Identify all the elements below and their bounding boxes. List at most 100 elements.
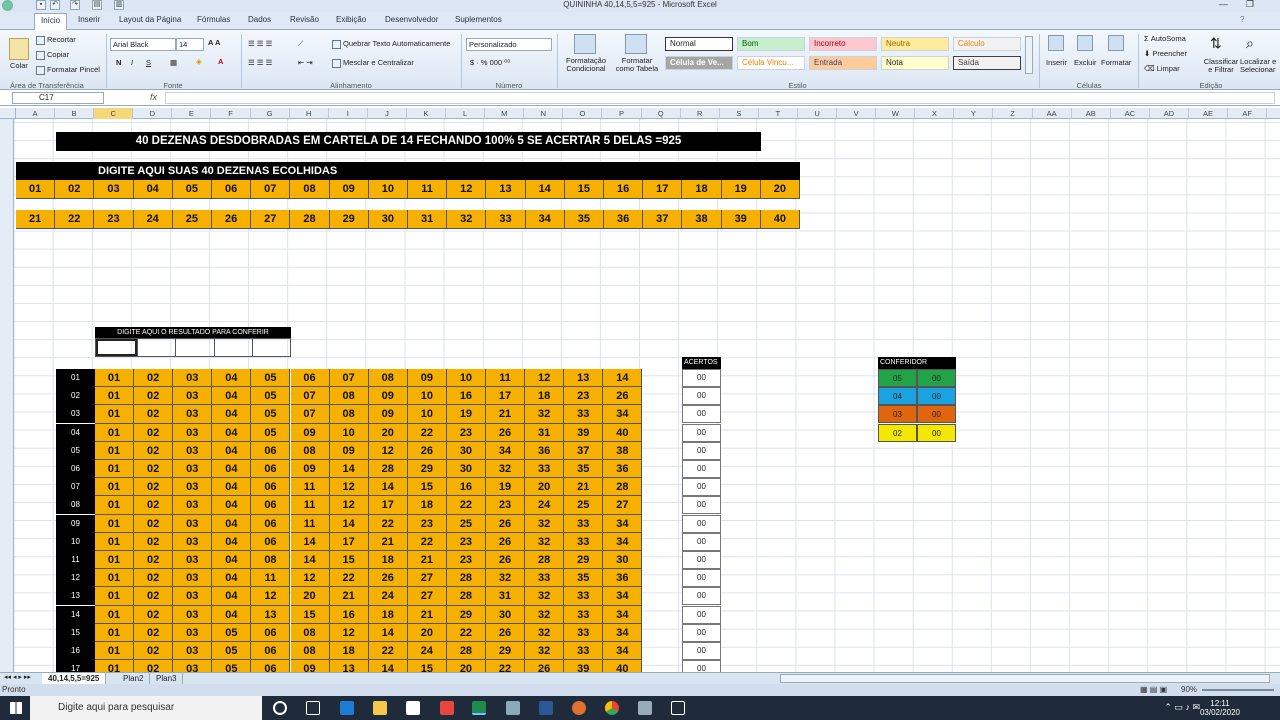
- format-cells-button[interactable]: Formatar: [1101, 58, 1131, 67]
- style-bom[interactable]: Bom: [737, 37, 805, 51]
- select-all-corner[interactable]: [0, 108, 16, 119]
- style-saida[interactable]: Saída: [953, 56, 1021, 70]
- style-celula-verificacao[interactable]: Célula de Ve...: [665, 56, 733, 70]
- task-view-icon[interactable]: [306, 701, 320, 715]
- autosum-button[interactable]: Σ AutoSoma: [1144, 34, 1186, 43]
- format-cells-icon[interactable]: [1108, 35, 1124, 51]
- font-size-select[interactable]: 14: [176, 38, 204, 51]
- mail-icon[interactable]: [406, 701, 420, 715]
- download-icon[interactable]: [440, 701, 454, 715]
- column-header-l[interactable]: L: [446, 108, 486, 119]
- column-header-w[interactable]: W: [876, 108, 916, 119]
- styles-scroll[interactable]: [1025, 36, 1033, 74]
- merge-center-button[interactable]: Mesclar e Centralizar: [332, 58, 414, 68]
- restore-icon[interactable]: ❐: [1246, 0, 1254, 9]
- tab-suplementos[interactable]: Suplementos: [455, 15, 502, 24]
- underline-icon[interactable]: S: [146, 58, 151, 67]
- tab-exibicao[interactable]: Exibição: [336, 15, 366, 24]
- find-select-icon[interactable]: ⌕: [1246, 35, 1254, 52]
- name-box[interactable]: C17: [12, 92, 104, 104]
- column-header-x[interactable]: X: [915, 108, 955, 119]
- horizontal-scrollbar[interactable]: [780, 674, 1270, 683]
- column-header-o[interactable]: O: [563, 108, 603, 119]
- borders-icon[interactable]: ▦: [170, 58, 177, 67]
- conditional-format-icon[interactable]: [574, 34, 596, 54]
- column-header-v[interactable]: V: [837, 108, 877, 119]
- tab-formulas[interactable]: Fórmulas: [197, 15, 230, 24]
- copy-button[interactable]: Copiar: [36, 50, 69, 60]
- orientation-icon[interactable]: ⟋: [298, 39, 303, 49]
- app-icon[interactable]: [506, 701, 520, 715]
- column-header-d[interactable]: D: [133, 108, 173, 119]
- column-header-ac[interactable]: AC: [1111, 108, 1150, 119]
- column-header-e[interactable]: E: [172, 108, 212, 119]
- column-header-i[interactable]: I: [329, 108, 368, 119]
- conditional-format-button[interactable]: Formatação Condicional: [560, 57, 612, 73]
- column-header-t[interactable]: T: [759, 108, 798, 119]
- calculator-icon[interactable]: [671, 701, 685, 715]
- column-header-p[interactable]: P: [603, 108, 642, 119]
- style-calculo[interactable]: Cálculo: [953, 37, 1021, 51]
- formula-input[interactable]: [165, 92, 1275, 104]
- tab-dados[interactable]: Dados: [248, 15, 271, 24]
- column-header-k[interactable]: K: [407, 108, 447, 119]
- fx-icon[interactable]: fx: [150, 92, 157, 102]
- sheet-tab-active[interactable]: 40,14,5,5=925: [42, 673, 107, 684]
- cortana-icon[interactable]: [273, 701, 287, 715]
- font-name-select[interactable]: Arial Black: [110, 38, 176, 51]
- column-header-h[interactable]: H: [290, 108, 329, 119]
- paw-icon[interactable]: [572, 701, 586, 715]
- format-table-button[interactable]: Formatar como Tabela: [612, 57, 662, 73]
- clear-button[interactable]: ⌫ Limpar: [1144, 64, 1180, 73]
- insert-cells-button[interactable]: Inserir: [1046, 58, 1067, 67]
- column-header-s[interactable]: S: [720, 108, 759, 119]
- format-painter-button[interactable]: Formatar Pincel: [36, 65, 100, 75]
- style-normal[interactable]: Normal: [665, 37, 733, 51]
- paste-button[interactable]: Colar: [10, 61, 28, 70]
- style-entrada[interactable]: Entrada: [809, 56, 877, 70]
- align-top-icon[interactable]: ☰ ☰ ☰: [248, 39, 272, 48]
- column-header-ad[interactable]: AD: [1150, 108, 1189, 119]
- file-explorer-icon[interactable]: [373, 701, 387, 715]
- column-header-j[interactable]: J: [368, 108, 407, 119]
- sheet-tab-plan3[interactable]: Plan3: [150, 673, 184, 684]
- sort-filter-icon[interactable]: ⇅: [1210, 35, 1222, 52]
- sheet-tab-plan2[interactable]: Plan2: [117, 673, 151, 684]
- column-header-y[interactable]: Y: [954, 108, 994, 119]
- word-icon[interactable]: [539, 701, 553, 715]
- taskbar-search[interactable]: Digite aqui para pesquisar: [30, 696, 262, 720]
- fill-button[interactable]: ⬇ Preencher: [1144, 49, 1187, 58]
- align-left-icon[interactable]: ☰ ☰ ☰: [248, 58, 272, 67]
- grow-font-icon[interactable]: A A: [208, 38, 220, 47]
- format-table-icon[interactable]: [625, 34, 647, 54]
- paste-icon[interactable]: [9, 38, 29, 60]
- tool-icon[interactable]: [638, 701, 652, 715]
- column-header-ab[interactable]: AB: [1072, 108, 1111, 119]
- column-header-u[interactable]: U: [798, 108, 838, 119]
- column-header-z[interactable]: Z: [994, 108, 1033, 119]
- currency-icon[interactable]: $ · % 000 ⁰⁰: [470, 58, 510, 67]
- tab-inserir[interactable]: Inserir: [78, 15, 100, 24]
- sheet-grid[interactable]: [14, 119, 1280, 672]
- tray-icons[interactable]: ⌃ ▭ ♪ ✉: [1164, 702, 1200, 713]
- clock[interactable]: 12:11 03/02/2020: [1200, 699, 1240, 717]
- column-header-q[interactable]: Q: [642, 108, 681, 119]
- column-header-ae[interactable]: AE: [1189, 108, 1229, 119]
- column-header-f[interactable]: F: [212, 108, 251, 119]
- minimize-icon[interactable]: —: [1219, 0, 1228, 9]
- column-header-a[interactable]: A: [16, 108, 56, 119]
- delete-cells-icon[interactable]: [1077, 35, 1093, 51]
- font-color-icon[interactable]: A: [218, 57, 223, 66]
- column-header-b[interactable]: B: [55, 108, 95, 119]
- column-header-r[interactable]: R: [681, 108, 720, 119]
- view-buttons[interactable]: ▦ ▤ ▣: [1140, 685, 1167, 694]
- column-header-af[interactable]: AF: [1228, 108, 1268, 119]
- cut-button[interactable]: Recortar: [36, 35, 76, 45]
- zoom-slider[interactable]: [1202, 689, 1274, 691]
- column-header-aa[interactable]: AA: [1033, 108, 1072, 119]
- tab-inicio[interactable]: Início: [34, 13, 68, 30]
- zoom-level[interactable]: 90%: [1181, 685, 1197, 694]
- excel-icon[interactable]: [472, 701, 486, 715]
- bold-icon[interactable]: N: [116, 58, 121, 67]
- delete-cells-button[interactable]: Excluir: [1074, 58, 1097, 67]
